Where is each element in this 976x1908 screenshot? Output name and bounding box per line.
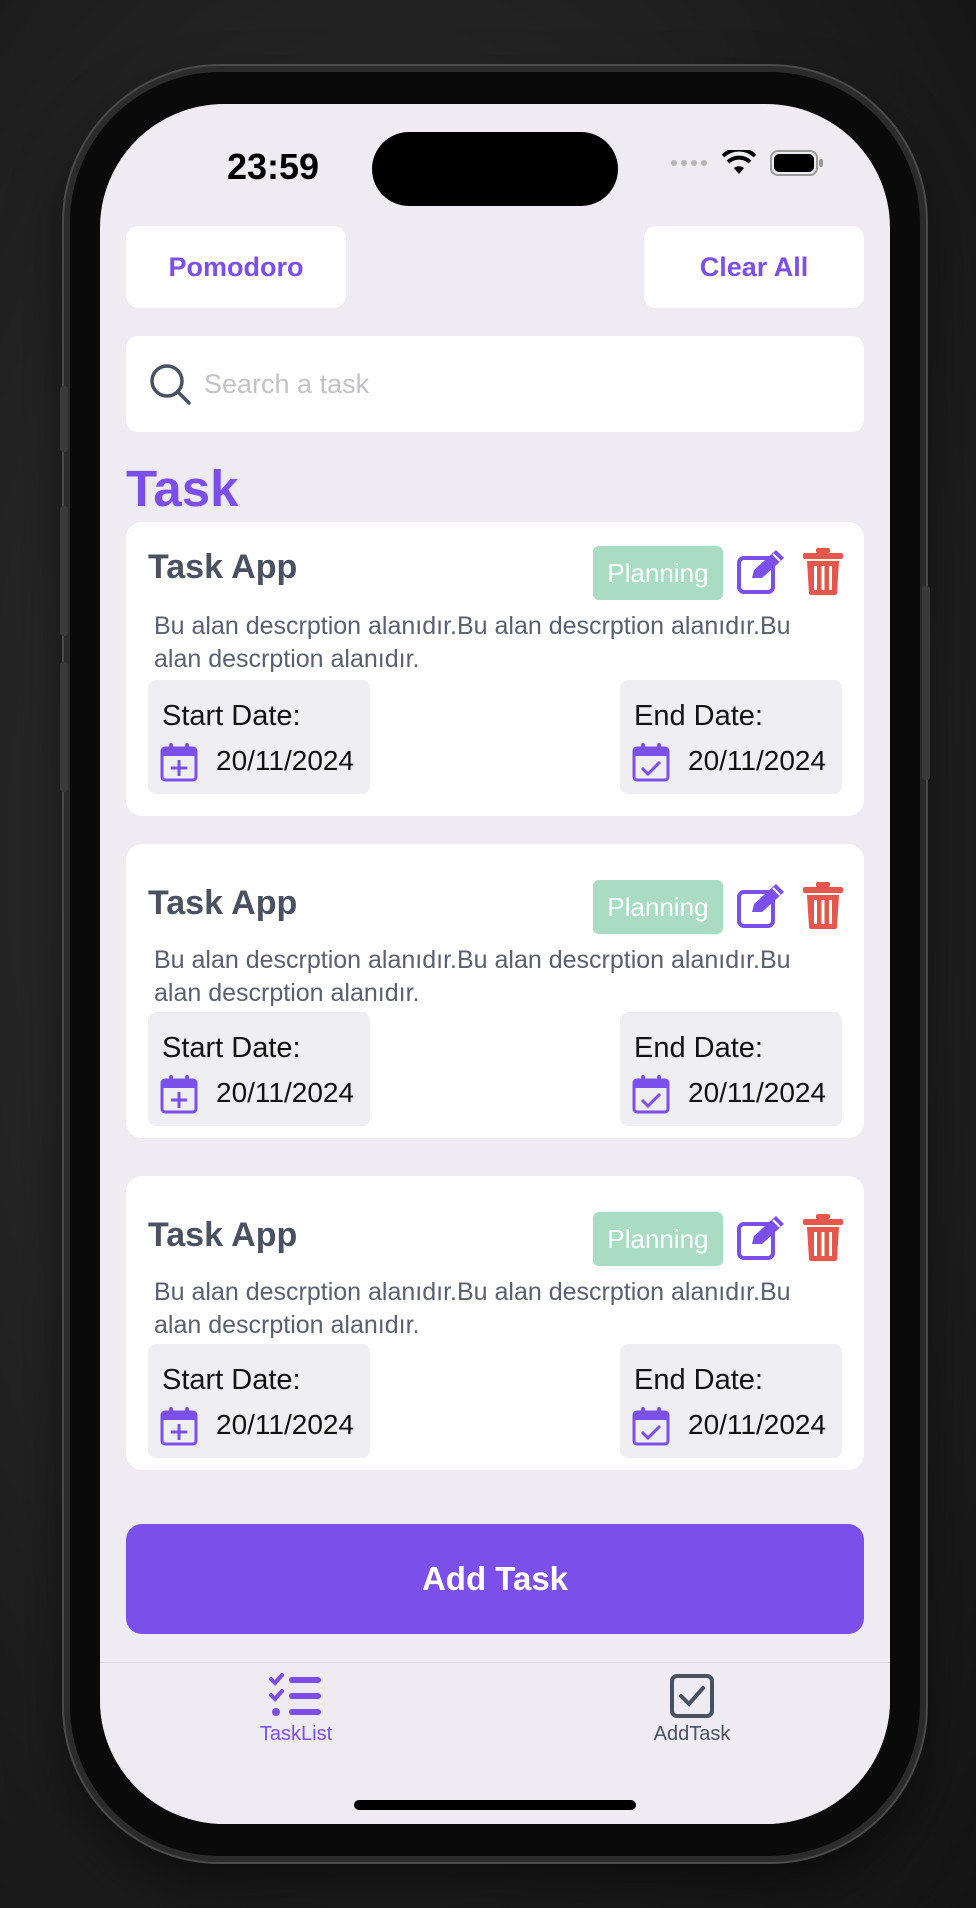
task-title: Task App <box>148 1216 298 1254</box>
trash-icon[interactable] <box>802 1212 844 1262</box>
dynamic-island <box>372 132 618 206</box>
clear-all-button[interactable]: Clear All <box>644 226 864 308</box>
task-card[interactable]: Task App Planning Bu alan descrption ala… <box>126 1176 864 1470</box>
phone-side-button <box>922 586 930 780</box>
task-description: Bu alan descrption alanıdır.Bu alan desc… <box>154 946 791 1007</box>
start-date-box: Start Date: 20/11/2024 <box>148 1344 370 1458</box>
home-indicator <box>354 1800 636 1810</box>
edit-icon[interactable] <box>736 548 788 596</box>
calendar-check-icon <box>632 1075 670 1114</box>
end-date-box: End Date: 20/11/2024 <box>620 680 842 794</box>
task-description: Bu alan descrption alanıdır.Bu alan desc… <box>154 1278 791 1339</box>
end-date-label: End Date: <box>634 700 763 732</box>
end-date-label: End Date: <box>634 1032 763 1064</box>
start-date-box: Start Date: 20/11/2024 <box>148 680 370 794</box>
tab-task-list[interactable]: TaskList <box>196 1673 396 1746</box>
tab-add-task[interactable]: AddTask <box>592 1673 792 1746</box>
task-list-icon <box>269 1673 321 1716</box>
calendar-plus-icon <box>160 743 198 782</box>
start-date-value: 20/11/2024 <box>216 1409 355 1440</box>
end-date-value: 20/11/2024 <box>688 1077 827 1108</box>
app-screen: 23:59 Pomodoro Clear All Task Task App P… <box>100 104 890 1824</box>
end-date-value: 20/11/2024 <box>688 745 827 776</box>
phone-side-button <box>60 506 68 636</box>
tab-task-list-label: TaskList <box>259 1723 333 1745</box>
tab-add-task-label: AddTask <box>653 1723 731 1745</box>
start-date-value: 20/11/2024 <box>216 745 355 776</box>
edit-icon[interactable] <box>736 1214 788 1262</box>
start-date-label: Start Date: <box>162 1364 301 1396</box>
task-title: Task App <box>148 884 298 922</box>
calendar-check-icon <box>632 1407 670 1446</box>
calendar-check-icon <box>632 743 670 782</box>
end-date-box: End Date: 20/11/2024 <box>620 1012 842 1126</box>
end-date-box: End Date: 20/11/2024 <box>620 1344 842 1458</box>
phone-side-button <box>60 386 68 452</box>
cellular-signal-icon <box>671 160 707 166</box>
start-date-box: Start Date: 20/11/2024 <box>148 1012 370 1126</box>
add-task-button[interactable]: Add Task <box>126 1524 864 1634</box>
pomodoro-button[interactable]: Pomodoro <box>126 226 346 308</box>
calendar-plus-icon <box>160 1407 198 1446</box>
task-description: Bu alan descrption alanıdır.Bu alan desc… <box>154 612 791 673</box>
status-badge: Planning <box>593 1212 723 1266</box>
start-date-label: Start Date: <box>162 1032 301 1064</box>
edit-icon[interactable] <box>736 882 788 930</box>
calendar-plus-icon <box>160 1075 198 1114</box>
search-input[interactable] <box>202 367 806 401</box>
task-card[interactable]: Task App Planning Bu alan descrption ala… <box>126 522 864 816</box>
checkbox-icon <box>670 1674 714 1718</box>
start-date-value: 20/11/2024 <box>216 1077 355 1108</box>
status-badge: Planning <box>593 880 723 934</box>
end-date-label: End Date: <box>634 1364 763 1396</box>
wifi-icon <box>722 150 756 174</box>
task-title: Task App <box>148 548 298 586</box>
battery-icon <box>770 150 823 176</box>
search-icon <box>150 364 191 405</box>
status-icons <box>670 150 824 176</box>
task-card[interactable]: Task App Planning Bu alan descrption ala… <box>126 844 864 1138</box>
status-badge: Planning <box>593 546 723 600</box>
phone-side-button <box>60 662 68 792</box>
trash-icon[interactable] <box>802 546 844 596</box>
end-date-value: 20/11/2024 <box>688 1409 827 1440</box>
section-title: Task <box>126 460 239 517</box>
search-bar[interactable] <box>126 336 864 432</box>
trash-icon[interactable] <box>802 880 844 930</box>
status-time: 23:59 <box>226 146 320 187</box>
start-date-label: Start Date: <box>162 700 301 732</box>
